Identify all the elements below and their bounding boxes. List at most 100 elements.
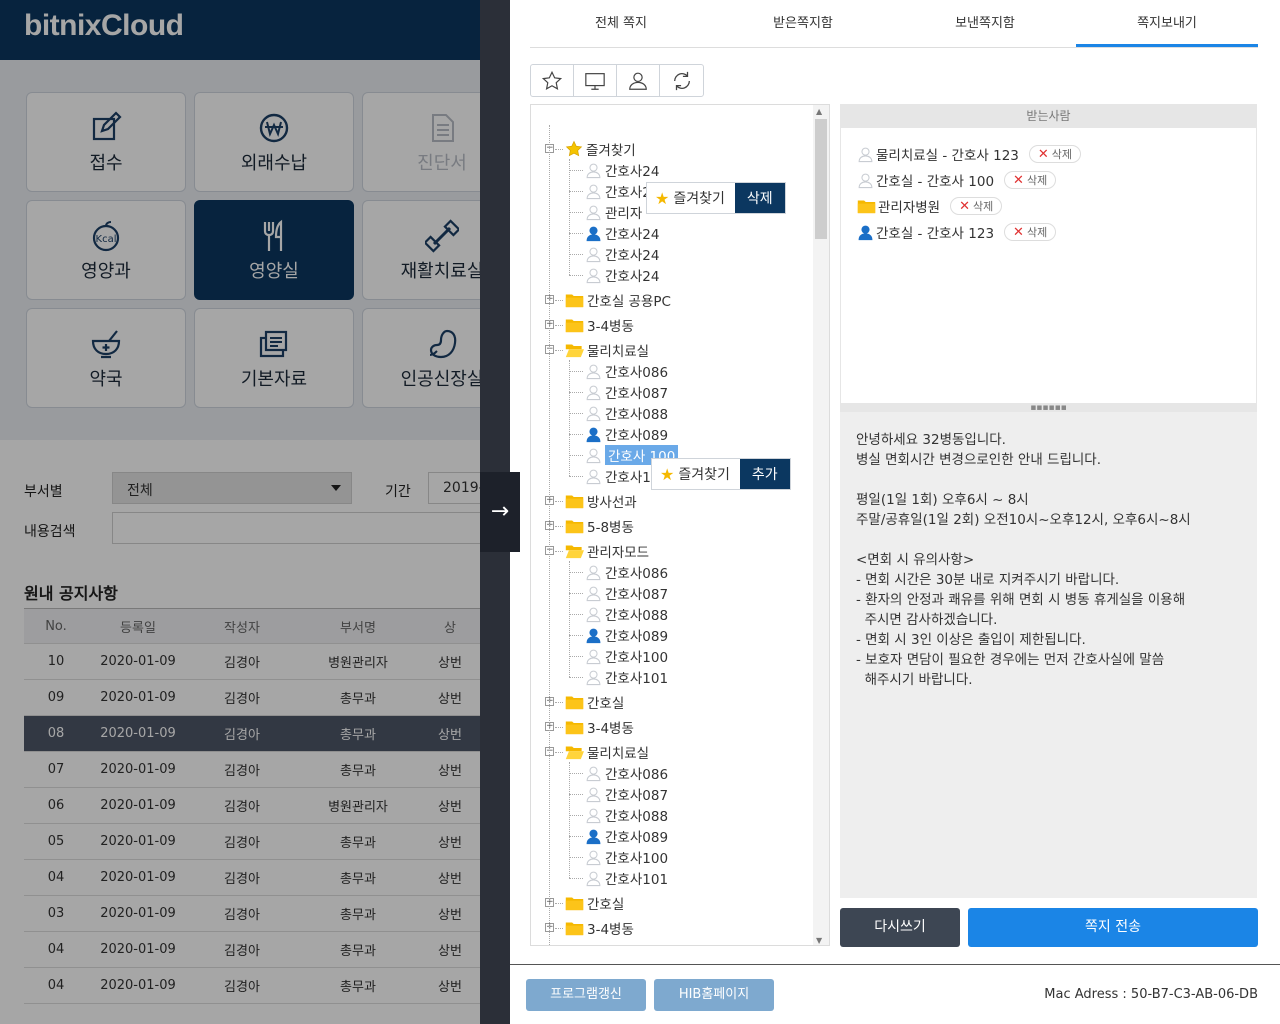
tree-user[interactable]: 간호사100: [585, 847, 668, 867]
tree-user[interactable]: 간호사089: [585, 826, 668, 846]
tree-group[interactable]: 물리치료실: [565, 943, 649, 945]
tree-node-label: 간호사24: [605, 227, 660, 243]
tree-user[interactable]: 간호사086: [585, 361, 668, 381]
program-update-button[interactable]: 프로그램갱신: [526, 979, 646, 1011]
tab-1[interactable]: 전체 쪽지: [530, 0, 712, 47]
remove-label: 삭제: [1026, 174, 1048, 187]
tree-connector: [555, 727, 563, 728]
close-panel-button[interactable]: →: [480, 472, 520, 552]
tree-group[interactable]: 간호실: [565, 893, 624, 913]
user-icon: [585, 246, 602, 263]
message-body[interactable]: 안녕하세요 32병동입니다. 병실 면회시간 변경으로인한 안내 드립니다. 평…: [840, 412, 1257, 898]
tree-user[interactable]: 간호사101: [585, 868, 668, 888]
tree-group[interactable]: 3-4병동: [565, 717, 634, 737]
tree-user[interactable]: 간호사087: [585, 784, 668, 804]
tree-user[interactable]: 간호사101: [585, 667, 668, 687]
folder-icon: [565, 694, 584, 710]
tree-user[interactable]: 간호사087: [585, 382, 668, 402]
remove-recipient-button[interactable]: ✕ 삭제: [1004, 171, 1057, 189]
tab-2[interactable]: 받은쪽지함: [712, 0, 894, 47]
homepage-button[interactable]: HIB홈페이지: [654, 979, 774, 1011]
user-icon: [585, 564, 602, 581]
refresh-button[interactable]: [660, 65, 703, 96]
remove-recipient-button[interactable]: ✕ 삭제: [950, 197, 1003, 215]
scrollbar-thumb[interactable]: [815, 119, 827, 239]
org-tree: − 즐겨찾기 간호사24 간호사24 관리자 간호사24 간호사24 간호사24 + 간호실 공용…: [530, 104, 830, 946]
rewrite-button[interactable]: 다시쓰기: [840, 908, 960, 947]
tree-connector: [569, 656, 583, 657]
tree-connector: [569, 434, 583, 435]
tree-group[interactable]: 물리치료실: [565, 742, 649, 762]
mac-address: Mac Adress : 50-B7-C3-AB-06-DB: [1044, 987, 1258, 1002]
favorites-button[interactable]: [531, 65, 574, 96]
tree-user[interactable]: 간호사088: [585, 604, 668, 624]
recipients-header: 받는사람: [840, 104, 1257, 128]
folder-icon: [565, 493, 584, 509]
tree-user[interactable]: 간호사088: [585, 403, 668, 423]
resize-handle[interactable]: ▪▪▪▪▪▪: [840, 404, 1257, 413]
tree-node-label: 물리치료실: [587, 746, 650, 762]
send-message-button[interactable]: 쪽지 전송: [968, 908, 1258, 947]
user-view-button[interactable]: [617, 65, 660, 96]
pc-view-button[interactable]: [574, 65, 617, 96]
tree-group[interactable]: 3-4병동: [565, 918, 634, 938]
tree-group[interactable]: 간호실: [565, 692, 624, 712]
tree-user[interactable]: 간호사100: [585, 646, 668, 666]
favorite-add-button[interactable]: 추가: [739, 459, 790, 489]
tree-user[interactable]: 간호사24: [585, 244, 659, 264]
tree-group[interactable]: 간호실 공용PC: [565, 290, 671, 310]
remove-recipient-button[interactable]: ✕ 삭제: [1004, 223, 1057, 241]
tree-node-label: 물리치료실: [587, 344, 650, 360]
tree-user[interactable]: 간호사088: [585, 805, 668, 825]
tab-4[interactable]: 쪽지보내기: [1076, 0, 1258, 47]
tree-user[interactable]: 간호사086: [585, 763, 668, 783]
scroll-down-icon[interactable]: ▼: [816, 936, 822, 945]
tree-branch: [569, 762, 570, 878]
popup-label-text: 즐겨찾기: [678, 467, 730, 483]
folder-icon: [565, 317, 584, 333]
tree-group[interactable]: 3-4병동: [565, 315, 634, 335]
tree-branch: [569, 360, 570, 476]
recipient-label: 관리자병원: [878, 200, 941, 216]
tree-user[interactable]: 관리자: [585, 202, 642, 222]
close-icon: ✕: [1013, 172, 1024, 188]
favorite-add-popup: ★ 즐겨찾기 추가: [651, 458, 791, 490]
tree-node-label: 간호실 공용PC: [587, 294, 671, 310]
tree-user[interactable]: 간호사24: [585, 223, 659, 243]
tree-node-label: 간호사086: [605, 365, 669, 381]
scroll-up-icon[interactable]: ▲: [816, 107, 822, 116]
tree-connector: [555, 928, 563, 929]
tree-group[interactable]: 5-8병동: [565, 516, 634, 536]
tree-node-label: 간호사24: [605, 164, 660, 180]
tree-connector: [569, 476, 583, 477]
tree-group[interactable]: 방사선과: [565, 491, 637, 511]
tree-user[interactable]: 간호사086: [585, 562, 668, 582]
tree-group[interactable]: 물리치료실: [565, 340, 649, 360]
user-icon: [585, 183, 602, 200]
folder-open-icon: [565, 342, 584, 358]
tree-node-label: 3-4병동: [587, 922, 634, 938]
tree-node-label: 간호사087: [605, 788, 669, 804]
remove-recipient-button[interactable]: ✕ 삭제: [1028, 145, 1082, 163]
modal-overlay[interactable]: [0, 0, 480, 1024]
tree-user[interactable]: 간호사24: [585, 265, 659, 285]
tree-connector: [569, 233, 583, 234]
folder-icon: [857, 198, 876, 214]
tree-scrollbar[interactable]: ▲ ▼: [813, 105, 829, 945]
tree-user[interactable]: 간호사24: [585, 160, 659, 180]
tree-group[interactable]: 관리자모드: [565, 541, 649, 561]
tab-3[interactable]: 보낸쪽지함: [894, 0, 1076, 47]
close-icon: ✕: [959, 198, 971, 214]
star-icon: ★: [660, 464, 675, 484]
tree-user[interactable]: 간호사087: [585, 583, 668, 603]
tree-user[interactable]: 간호사089: [585, 625, 668, 645]
folder-icon: [565, 292, 584, 308]
user-icon: [585, 363, 602, 380]
panel-footer: 프로그램갱신 HIB홈페이지 Mac Adress : 50-B7-C3-AB-…: [510, 964, 1280, 1024]
mac-value: 50-B7-C3-AB-06-DB: [1130, 987, 1258, 1002]
user-icon: [585, 828, 602, 845]
user-icon: [585, 225, 602, 242]
favorite-delete-button[interactable]: 삭제: [734, 183, 785, 213]
tree-group[interactable]: 즐겨찾기: [565, 139, 636, 159]
tree-user[interactable]: 간호사089: [585, 424, 668, 444]
